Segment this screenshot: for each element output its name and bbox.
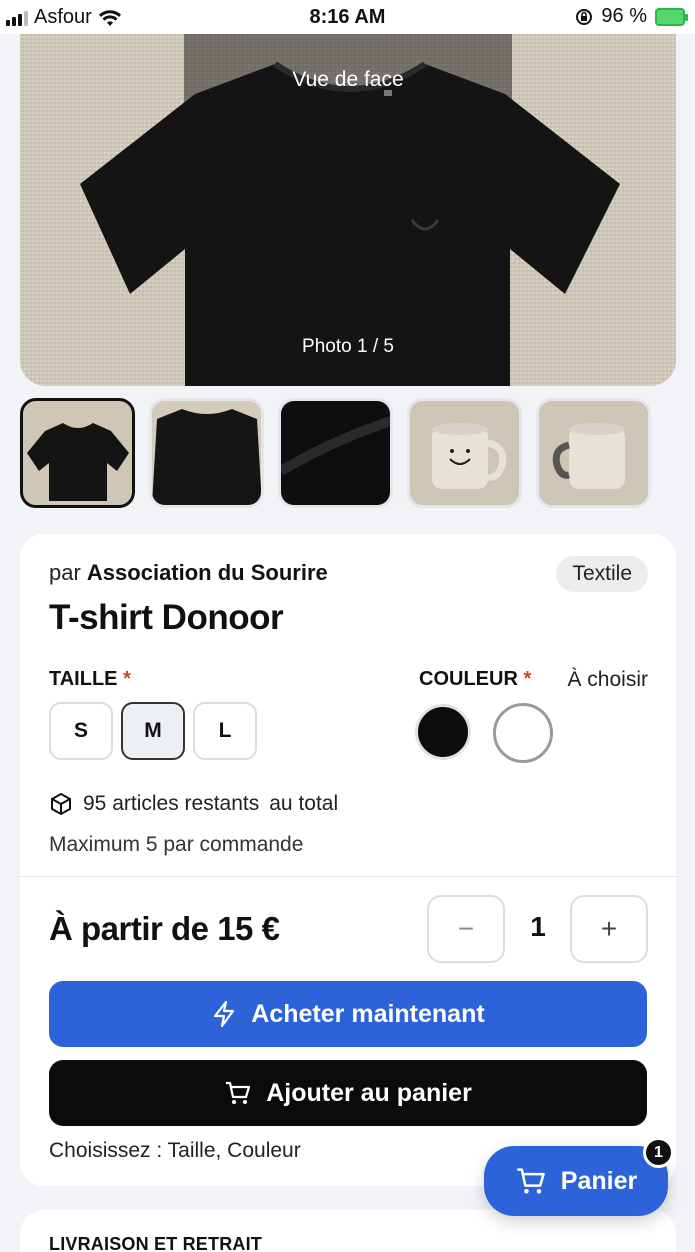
color-swatch-black[interactable] xyxy=(415,704,471,760)
lightning-icon xyxy=(214,1000,235,1028)
price: À partir de 15 € xyxy=(49,910,280,947)
color-label: COULEUR * xyxy=(419,668,532,690)
quantity-increase-button[interactable]: + xyxy=(570,895,648,963)
thumbnail-mug-side[interactable] xyxy=(536,398,651,508)
thumbnail-back[interactable] xyxy=(149,398,264,508)
cart-icon xyxy=(226,1081,251,1104)
color-hint: À choisir xyxy=(567,668,648,691)
thumbnail-front[interactable] xyxy=(20,398,135,508)
product-card: par Association du Sourire Textile T-shi… xyxy=(20,534,676,1186)
buy-now-label: Acheter maintenant xyxy=(251,999,485,1028)
selection-hint: Choisissez : Taille, Couleur xyxy=(49,1139,301,1162)
cart-icon xyxy=(517,1168,545,1194)
size-label: TAILLE * xyxy=(49,668,131,690)
stock-count: 95 articles restants xyxy=(83,792,260,815)
size-option-m[interactable]: M xyxy=(121,702,185,760)
delivery-heading: LIVRAISON ET RETRAIT xyxy=(49,1234,263,1252)
view-label: Vue de face xyxy=(292,68,404,91)
add-to-cart-button[interactable]: Ajouter au panier xyxy=(49,1060,647,1126)
delivery-card: LIVRAISON ET RETRAIT xyxy=(20,1210,676,1252)
stock-suffix: au total xyxy=(269,792,339,815)
cart-count-badge: 1 xyxy=(643,1137,674,1168)
max-per-order: Maximum 5 par commande xyxy=(49,833,304,856)
seller-line: par Association du Sourire xyxy=(49,560,328,586)
cart-label: Panier xyxy=(560,1166,638,1195)
add-to-cart-label: Ajouter au panier xyxy=(266,1078,472,1107)
status-right: 96 % xyxy=(575,5,688,28)
stock-info: 95 articles restants au total xyxy=(49,792,338,816)
box-icon xyxy=(51,793,71,815)
thumbnail-mug-front[interactable] xyxy=(407,398,522,508)
photo-counter: Photo 1 / 5 xyxy=(302,336,394,357)
battery-icon xyxy=(655,7,688,26)
floating-cart-button[interactable]: Panier xyxy=(484,1146,668,1216)
battery-percent: 96 % xyxy=(601,5,647,27)
seller-name[interactable]: Association du Sourire xyxy=(87,560,328,585)
size-option-l[interactable]: L xyxy=(193,702,257,760)
product-main-image[interactable]: Vue de face Photo 1 / 5 xyxy=(20,34,676,386)
orientation-lock-icon xyxy=(576,8,593,25)
status-bar: Asfour 8:16 AM 96 % xyxy=(0,0,695,34)
thumbnail-fabric[interactable] xyxy=(278,398,393,508)
category-badge: Textile xyxy=(556,556,648,592)
quantity-value: 1 xyxy=(530,911,546,942)
color-swatch-white[interactable] xyxy=(493,703,553,763)
size-option-s[interactable]: S xyxy=(49,702,113,760)
divider xyxy=(20,876,676,877)
seller-prefix: par xyxy=(49,560,81,585)
quantity-decrease-button[interactable]: − xyxy=(427,895,505,963)
thumbnail-strip xyxy=(20,398,651,508)
buy-now-button[interactable]: Acheter maintenant xyxy=(49,981,647,1047)
product-title: T-shirt Donoor xyxy=(49,598,284,637)
size-selector: S M L xyxy=(49,702,257,760)
